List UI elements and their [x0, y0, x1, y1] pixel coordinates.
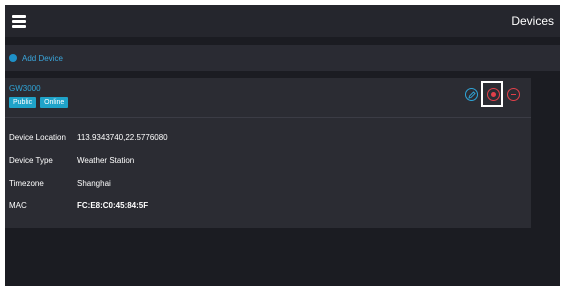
device-actions: [461, 81, 523, 107]
public-badge: Public: [9, 97, 37, 108]
minus-circle-icon[interactable]: [507, 88, 520, 101]
info-value: FC:E8:C0:45:84:5F: [77, 201, 149, 210]
device-badges: Public Online: [9, 97, 69, 108]
online-status-badge: Online: [40, 97, 69, 108]
info-label: MAC: [9, 201, 27, 210]
stop-record-icon[interactable]: [487, 88, 500, 101]
device-card: GW3000 Public Online Device Location 113…: [5, 78, 531, 228]
info-label: Timezone: [9, 179, 44, 188]
app-frame: Devices Add Device GW3000 Public Online: [5, 5, 560, 286]
plus-circle-icon: [9, 54, 17, 62]
info-label: Device Type: [9, 156, 53, 165]
info-value: 113.9343740,22.5776080: [77, 133, 168, 142]
info-label: Device Location: [9, 133, 66, 142]
top-bar: Devices: [5, 5, 560, 37]
add-device-button[interactable]: Add Device: [9, 51, 63, 65]
info-value: Shanghai: [77, 179, 111, 188]
hamburger-menu-icon[interactable]: [9, 11, 29, 31]
page-title: Devices: [511, 14, 554, 28]
divider: [5, 117, 531, 118]
device-toolbar: Add Device: [5, 45, 560, 71]
add-device-label: Add Device: [22, 53, 63, 63]
device-card-header: GW3000 Public Online: [5, 78, 531, 117]
info-value: Weather Station: [77, 156, 135, 165]
pencil-icon[interactable]: [465, 88, 478, 101]
device-name-link[interactable]: GW3000: [9, 84, 41, 93]
